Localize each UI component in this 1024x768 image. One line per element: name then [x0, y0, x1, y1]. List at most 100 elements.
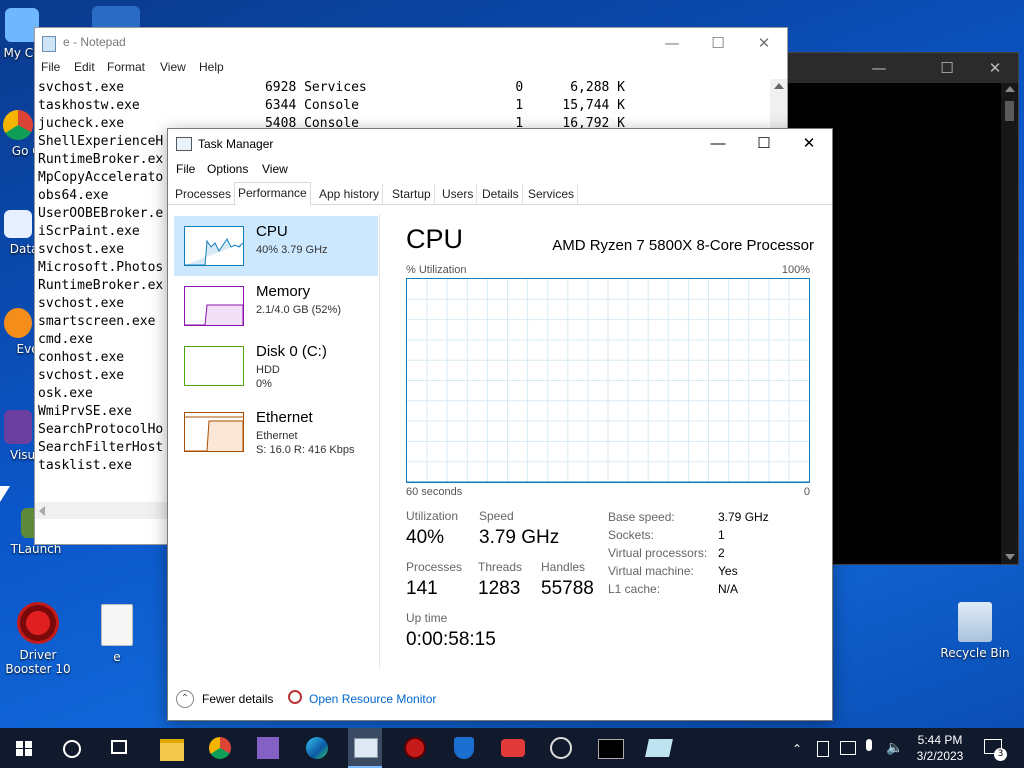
- sidebar-item-ethernet[interactable]: Ethernet Ethernet S: 16.0 R: 416 Kbps: [174, 402, 378, 462]
- scroll-up-icon[interactable]: [774, 83, 784, 89]
- scroll-left-icon[interactable]: [39, 506, 45, 516]
- battery-icon[interactable]: [817, 741, 829, 757]
- x-axis-label: 60 seconds: [406, 486, 463, 498]
- minimize-icon[interactable]: —: [695, 129, 741, 159]
- console-titlebar[interactable]: — ☐ ✕: [786, 53, 1018, 83]
- minimize-icon[interactable]: —: [856, 53, 902, 83]
- virtual-processors-label: Virtual processors:: [608, 546, 708, 560]
- task-view-icon[interactable]: [111, 740, 127, 754]
- base-speed-value: 3.79 GHz: [718, 510, 769, 524]
- notepad-titlebar[interactable]: e - Notepad — ☐ ✕: [35, 28, 787, 57]
- notepad-menubar: File Edit Format View Help: [35, 57, 787, 79]
- file-explorer-icon[interactable]: [157, 733, 187, 763]
- microphone-icon[interactable]: [866, 739, 872, 751]
- tab-startup[interactable]: Startup: [389, 184, 435, 204]
- menu-file[interactable]: File: [41, 60, 60, 74]
- base-speed-label: Base speed:: [608, 510, 675, 524]
- clock-time: 5:44 PM: [917, 733, 963, 747]
- chevron-up-icon[interactable]: ⌃: [792, 742, 802, 756]
- maximize-icon[interactable]: ☐: [695, 28, 741, 58]
- sockets-value: 1: [718, 528, 725, 542]
- sidebar-item-label: Disk 0 (C:): [256, 343, 327, 360]
- sidebar-item-label: Memory: [256, 283, 311, 300]
- tab-details[interactable]: Details: [479, 184, 523, 204]
- task-manager-taskbar-icon[interactable]: [348, 728, 382, 768]
- on-screen-keyboard-icon[interactable]: [644, 733, 674, 763]
- menu-help[interactable]: Help: [199, 60, 224, 74]
- maximize-icon[interactable]: ☐: [741, 129, 787, 159]
- sidebar-item-cpu[interactable]: CPU 40% 3.79 GHz: [174, 216, 378, 276]
- scroll-thumb[interactable]: [1005, 101, 1014, 121]
- driver-booster-taskbar-icon[interactable]: [400, 733, 430, 763]
- obs-icon[interactable]: [546, 733, 576, 763]
- volume-icon[interactable]: 🔈: [886, 740, 903, 756]
- clock-date: 3/2/2023: [916, 749, 964, 763]
- minimize-icon[interactable]: —: [649, 28, 695, 58]
- threads-label: Threads: [478, 560, 523, 574]
- chevron-up-icon[interactable]: ⌃: [176, 690, 194, 708]
- tab-users[interactable]: Users: [439, 184, 478, 204]
- taskbar: ⌃ 🔈 5:44 PM 3/2/2023 3: [0, 728, 1024, 768]
- clock[interactable]: 5:44 PM 3/2/2023: [908, 732, 972, 764]
- desktop-icon-recycle-bin[interactable]: Recycle Bin: [935, 602, 1015, 660]
- task-manager-icon: [176, 137, 192, 151]
- notepad-line: svchost.exe 6928 Services 0 6,288 K: [38, 80, 625, 95]
- chrome-icon[interactable]: [205, 733, 235, 763]
- menu-format[interactable]: Format: [107, 60, 145, 74]
- threads-value: 1283: [478, 578, 521, 599]
- menu-edit[interactable]: Edit: [74, 60, 95, 74]
- close-icon[interactable]: ✕: [972, 53, 1018, 83]
- notepad-line: taskhostw.exe 6344 Console 1 15,744 K: [38, 98, 625, 113]
- menu-options[interactable]: Options: [207, 162, 248, 176]
- tab-app-history[interactable]: App history: [316, 184, 384, 204]
- tab-performance[interactable]: Performance: [234, 182, 311, 206]
- camera-recorder-icon[interactable]: [498, 733, 528, 763]
- menu-view[interactable]: View: [262, 162, 288, 176]
- recycle-bin-icon: [958, 602, 992, 642]
- maximize-icon[interactable]: ☐: [924, 53, 970, 83]
- utilization-value: 40%: [406, 527, 445, 548]
- open-resource-monitor-link[interactable]: Open Resource Monitor: [309, 692, 436, 706]
- start-button[interactable]: [0, 728, 48, 768]
- tab-services[interactable]: Services: [525, 184, 579, 204]
- console-scrollbar[interactable]: [1001, 83, 1018, 564]
- fewer-details-link[interactable]: Fewer details: [202, 692, 273, 706]
- security-shield-icon[interactable]: [449, 733, 479, 763]
- sidebar-item-detail: 2.1/4.0 GB (52%): [256, 304, 341, 316]
- desktop-icon-e-file[interactable]: e: [77, 604, 157, 664]
- disk-mini-graph: [184, 346, 244, 386]
- search-icon[interactable]: [63, 740, 81, 758]
- visual-studio-icon[interactable]: [253, 733, 283, 763]
- speed-label: Speed: [479, 509, 514, 523]
- desktop-icon-label: e: [113, 650, 121, 664]
- x-min-label: 0: [803, 486, 810, 498]
- notification-count-badge: 3: [994, 748, 1007, 761]
- menu-view[interactable]: View: [160, 60, 186, 74]
- desktop-icon-driver-booster[interactable]: Driver Booster 10: [0, 602, 78, 676]
- scroll-down-icon[interactable]: [1005, 554, 1015, 560]
- tab-processes[interactable]: Processes: [172, 184, 236, 204]
- task-manager-menubar: File Options View: [168, 159, 832, 181]
- edge-icon[interactable]: [302, 733, 332, 763]
- scroll-up-icon[interactable]: [1005, 86, 1015, 92]
- l1-cache-value: N/A: [718, 582, 739, 596]
- sidebar-item-memory[interactable]: Memory 2.1/4.0 GB (52%): [174, 276, 378, 336]
- close-icon[interactable]: ✕: [786, 129, 832, 159]
- uptime-label: Up time: [406, 611, 448, 625]
- sidebar-item-disk[interactable]: Disk 0 (C:) HDD 0%: [174, 336, 378, 396]
- memory-mini-graph: [184, 286, 244, 326]
- cpu-mini-graph: [184, 226, 244, 266]
- task-manager-window[interactable]: Task Manager — ☐ ✕ File Options View Pro…: [167, 128, 833, 721]
- close-icon[interactable]: ✕: [741, 28, 787, 58]
- network-icon[interactable]: [840, 741, 856, 755]
- task-manager-titlebar[interactable]: Task Manager — ☐ ✕: [168, 129, 832, 159]
- page-title: CPU: [406, 224, 464, 254]
- desktop-icon-label: Driver Booster 10: [5, 648, 71, 676]
- handles-value: 55788: [541, 578, 594, 599]
- chrome-icon: [3, 110, 33, 140]
- l1-cache-label: L1 cache:: [608, 582, 661, 596]
- menu-file[interactable]: File: [176, 162, 195, 176]
- windows-icon: [16, 741, 32, 756]
- command-prompt-icon[interactable]: [595, 733, 625, 763]
- sidebar-item-label: CPU: [256, 223, 288, 240]
